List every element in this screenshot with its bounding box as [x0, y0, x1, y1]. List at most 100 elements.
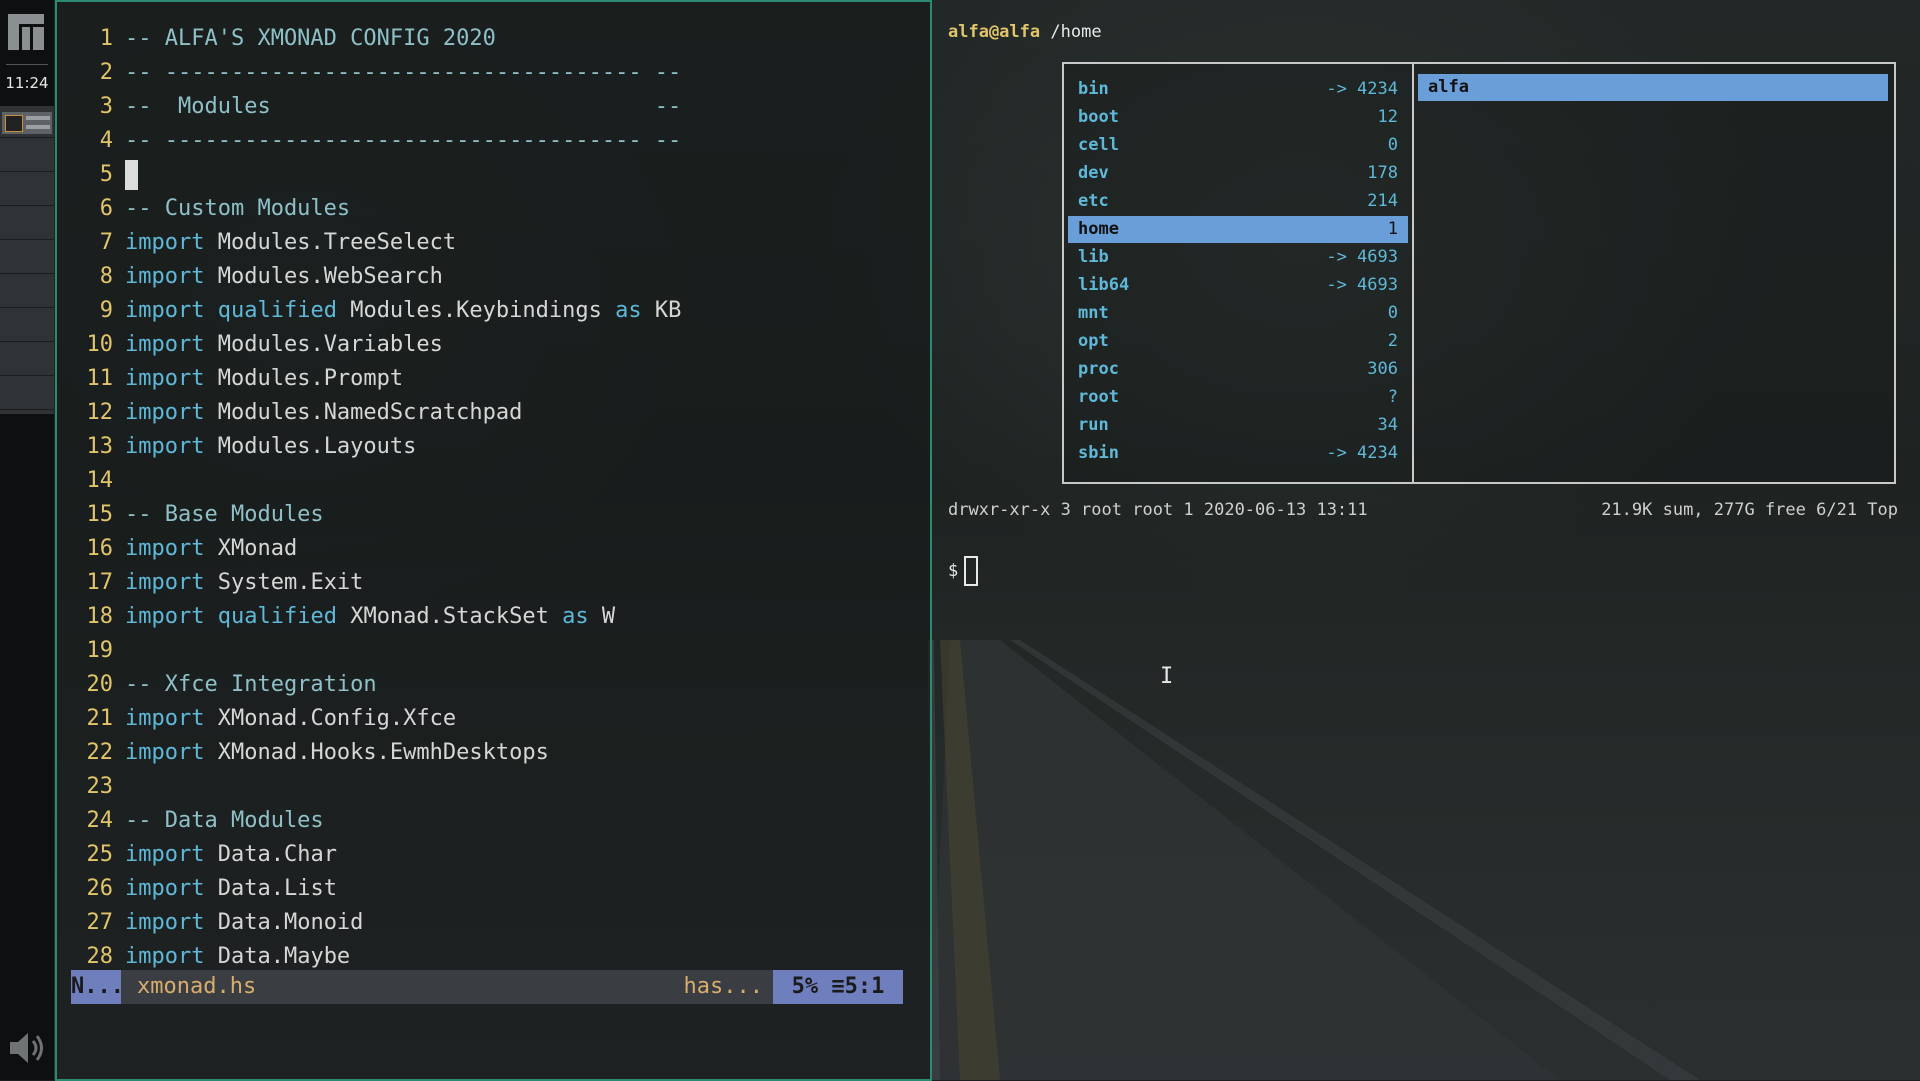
code-token: Modules.Prompt	[204, 366, 404, 391]
code-line[interactable]: 16 import XMonad	[57, 532, 298, 566]
entry-size: -> 4693	[1326, 275, 1398, 295]
code-line[interactable]: 18 import qualified XMonad.StackSet as W	[57, 600, 616, 634]
shell-prompt-line[interactable]: $	[948, 556, 979, 586]
code-line[interactable]: 7 import Modules.TreeSelect	[57, 226, 456, 260]
code-token: as	[615, 298, 642, 323]
code-token: -- Data Modules	[125, 808, 324, 833]
workspace-5[interactable]	[0, 242, 54, 274]
workspace-9[interactable]	[0, 378, 54, 410]
text-cursor-icon: I	[1160, 664, 1174, 689]
code-line[interactable]: 15 -- Base Modules	[57, 498, 324, 532]
code-token: -- ------------------------------------ …	[125, 60, 682, 85]
directory-entry[interactable]: home 1	[1068, 216, 1408, 243]
entry-name: sbin	[1078, 443, 1119, 463]
line-number: 1	[99, 26, 113, 51]
entry-size: 1	[1387, 219, 1398, 239]
entry-size: 0	[1387, 135, 1398, 155]
side-panel: 11:24	[0, 0, 54, 1080]
clock[interactable]: 11:24	[0, 74, 54, 92]
line-number: 12	[86, 400, 114, 425]
entry-size: ?	[1387, 387, 1398, 407]
code-line[interactable]: 11 import Modules.Prompt	[57, 362, 404, 396]
code-token: import	[125, 332, 205, 357]
code-line[interactable]: 4 -- ------------------------------------…	[57, 124, 682, 158]
code-token: XMonad	[204, 536, 298, 561]
directory-entry[interactable]: proc 306	[1068, 356, 1408, 383]
line-number: 26	[86, 876, 114, 901]
code-line[interactable]: 3 -- Modules --	[57, 90, 682, 124]
code-line[interactable]: 22 import XMonad.Hooks.EwmhDesktops	[57, 736, 549, 770]
line-number: 16	[86, 536, 114, 561]
workspace-1[interactable]	[0, 106, 54, 138]
code-line[interactable]: 10 import Modules.Variables	[57, 328, 443, 362]
workspace-7[interactable]	[0, 310, 54, 342]
code-line[interactable]: 1 -- ALFA'S XMONAD CONFIG 2020	[57, 22, 496, 56]
editor-window[interactable]: 1 -- ALFA'S XMONAD CONFIG 2020 2 -- -------…	[55, 0, 932, 1081]
directory-entry[interactable]: opt 2	[1068, 328, 1408, 355]
code-line[interactable]: 23	[57, 770, 125, 804]
code-token: import	[125, 400, 205, 425]
entry-name: proc	[1078, 359, 1119, 379]
code-token: Modules.Layouts	[204, 434, 417, 459]
line-number: 6	[99, 196, 113, 221]
directory-entry[interactable]: dev 178	[1068, 160, 1408, 187]
vim-mode-indicator: N...	[71, 970, 124, 1004]
directory-entry[interactable]: mnt 0	[1068, 300, 1408, 327]
code-line[interactable]: 20 -- Xfce Integration	[57, 668, 377, 702]
code-line[interactable]: 19	[57, 634, 125, 668]
code-line[interactable]: 27 import Data.Monoid	[57, 906, 364, 940]
directory-entry[interactable]: lib64 -> 4693	[1068, 272, 1408, 299]
code-line[interactable]: 5	[57, 158, 138, 192]
workspace-3[interactable]	[0, 174, 54, 206]
active-window-thumbnail[interactable]	[2, 112, 52, 134]
directory-entry[interactable]: etc 214	[1068, 188, 1408, 215]
code-line[interactable]: 24 -- Data Modules	[57, 804, 324, 838]
entry-name: mnt	[1078, 303, 1109, 323]
code-token: import	[125, 434, 205, 459]
preview-entry[interactable]: alfa	[1418, 74, 1888, 101]
code-token: Modules.Variables	[204, 332, 443, 357]
entry-size: 12	[1377, 107, 1398, 127]
directory-entry[interactable]: lib -> 4693	[1068, 244, 1408, 271]
code-token: Modules.WebSearch	[204, 264, 443, 289]
workspace-4[interactable]	[0, 208, 54, 240]
code-line[interactable]: 12 import Modules.NamedScratchpad	[57, 396, 523, 430]
directory-entry[interactable]: cell 0	[1068, 132, 1408, 159]
line-number: 23	[86, 774, 114, 799]
code-line[interactable]: 6 -- Custom Modules	[57, 192, 350, 226]
code-line[interactable]: 8 import Modules.WebSearch	[57, 260, 443, 294]
code-line[interactable]: 25 import Data.Char	[57, 838, 337, 872]
workspace-8[interactable]	[0, 344, 54, 376]
line-number: 7	[99, 230, 113, 255]
code-line[interactable]: 14	[57, 464, 125, 498]
code-line[interactable]: 26 import Data.List	[57, 872, 337, 906]
workspace-6[interactable]	[0, 276, 54, 308]
directory-entry[interactable]: sbin -> 4234	[1068, 440, 1408, 467]
code-line[interactable]: 21 import XMonad.Config.Xfce	[57, 702, 457, 736]
entry-name: etc	[1078, 191, 1109, 211]
directory-entry[interactable]: root?	[1068, 384, 1408, 411]
volume-icon[interactable]	[8, 1030, 46, 1066]
code-token: import	[125, 230, 205, 255]
statusline-filename: xmonad.hs	[137, 974, 257, 999]
workspace-pager	[0, 106, 54, 414]
directory-entry[interactable]: bin -> 4234	[1068, 76, 1408, 103]
workspace-2[interactable]	[0, 140, 54, 172]
code-line[interactable]: 17 import System.Exit	[57, 566, 364, 600]
code-token: qualified	[217, 604, 337, 629]
code-line[interactable]: 28 import Data.Maybe	[57, 940, 351, 974]
directory-entry[interactable]: run 34	[1068, 412, 1408, 439]
code-line[interactable]: 13 import Modules.Layouts	[57, 430, 417, 464]
entry-name: dev	[1078, 163, 1109, 183]
code-line[interactable]: 2 -- ------------------------------------…	[57, 56, 682, 90]
line-number: 10	[86, 332, 114, 357]
line-number: 17	[86, 570, 114, 595]
manjaro-logo-icon[interactable]	[8, 14, 44, 50]
code-token: -- Base Modules	[125, 502, 324, 527]
code-token: as	[562, 604, 589, 629]
statusline-position: 5% ≡5:1	[773, 970, 903, 1004]
code-token: W	[588, 604, 616, 629]
directory-entry[interactable]: boot 12	[1068, 104, 1408, 131]
preview-entry-label: alfa	[1428, 77, 1469, 97]
code-line[interactable]: 9 import qualified Modules.Keybindings as…	[57, 294, 682, 328]
